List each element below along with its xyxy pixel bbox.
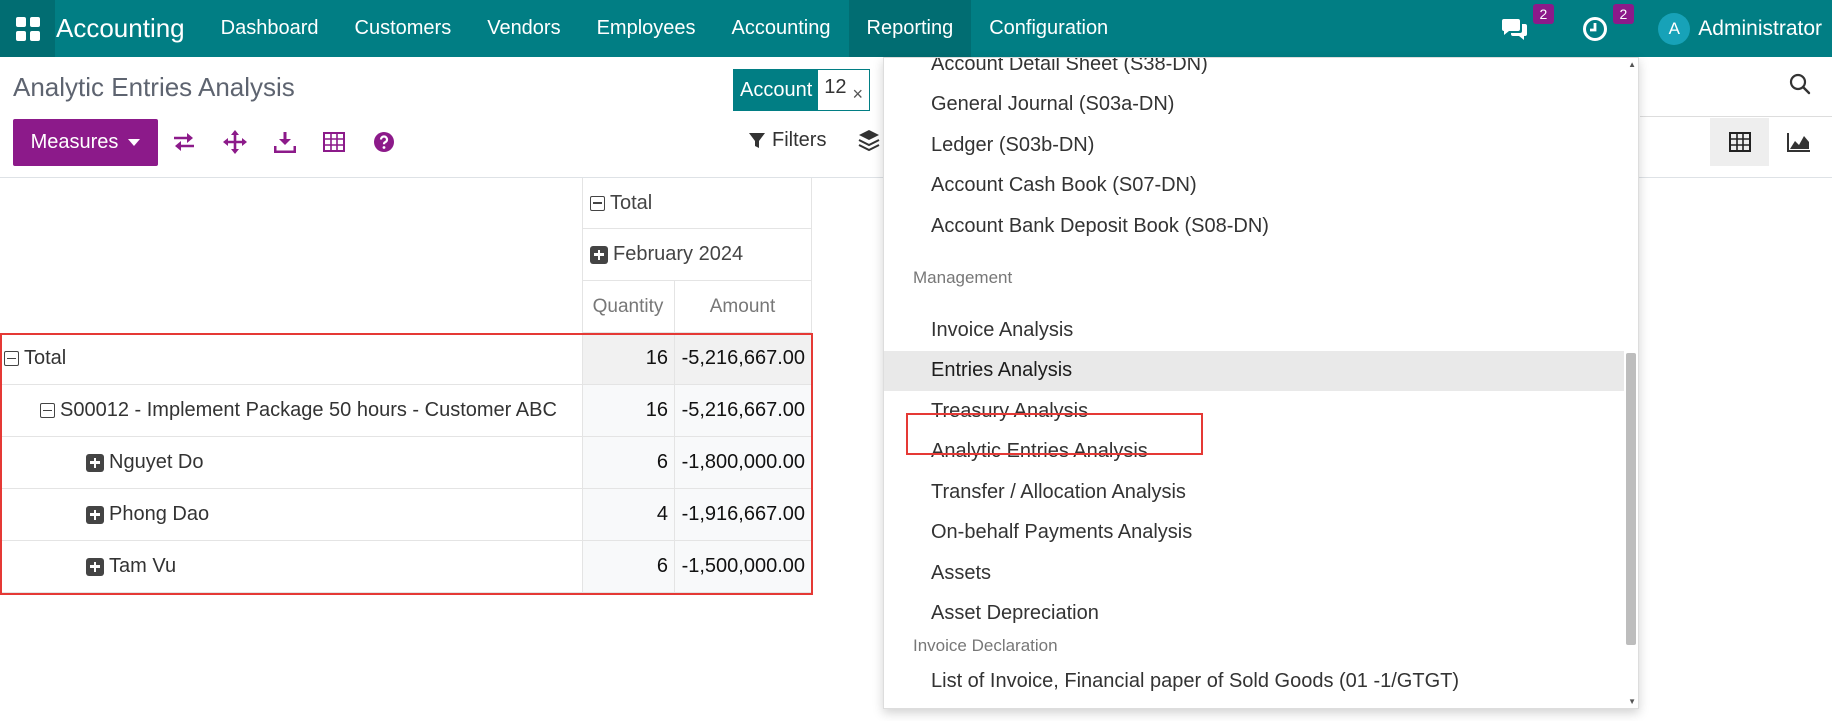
facet-value: 12 bbox=[824, 76, 847, 98]
menu-section-header: Management bbox=[913, 268, 1013, 287]
menu-item[interactable]: Account Detail Sheet (S38-DN) bbox=[884, 58, 1624, 84]
dropdown-scrollbar[interactable] bbox=[1626, 68, 1636, 700]
table-button[interactable] bbox=[321, 129, 347, 155]
avatar[interactable]: A bbox=[1658, 12, 1691, 45]
filters-dropdown-toggle[interactable]: Filters bbox=[748, 129, 826, 152]
filter-icon bbox=[749, 132, 765, 148]
table-icon bbox=[323, 132, 345, 152]
top-navbar: Accounting Dashboard Customers Vendors E… bbox=[0, 0, 1832, 57]
menu-item[interactable]: Account Bank Deposit Book (S08-DN) bbox=[884, 206, 1624, 246]
expand-icon bbox=[590, 245, 608, 264]
menu-item[interactable]: On-behalf Payments Analysis bbox=[884, 513, 1624, 553]
graph-view-button[interactable] bbox=[1769, 118, 1828, 166]
menu-item[interactable]: Account Cash Book (S07-DN) bbox=[884, 166, 1624, 206]
download-button[interactable] bbox=[272, 129, 298, 155]
menu-configuration[interactable]: Configuration bbox=[971, 0, 1126, 57]
pivot-view-icon bbox=[1728, 132, 1751, 152]
search-button[interactable] bbox=[1788, 72, 1812, 101]
col-header-total[interactable]: Total bbox=[582, 178, 811, 229]
help-button[interactable] bbox=[371, 129, 397, 155]
activities-count-badge: 2 bbox=[1612, 3, 1635, 24]
app-brand[interactable]: Accounting bbox=[56, 13, 185, 44]
user-menu[interactable]: Administrator bbox=[1698, 17, 1822, 41]
scroll-down-icon[interactable]: ▼ bbox=[1628, 697, 1636, 706]
search-facet[interactable]: Account 12 × bbox=[733, 69, 871, 111]
menu-item[interactable]: General Journal (S03a-DN) bbox=[884, 85, 1624, 125]
view-switcher bbox=[1710, 118, 1828, 166]
measure-header-quantity[interactable]: Quantity bbox=[582, 281, 674, 333]
menu-item[interactable]: Asset Depreciation bbox=[884, 594, 1624, 634]
search-icon bbox=[1789, 73, 1811, 95]
reporting-dropdown-menu: Account Detail Sheet (S38-DN) General Jou… bbox=[883, 57, 1639, 709]
messages-button[interactable]: 2 bbox=[1498, 3, 1555, 46]
menu-dashboard[interactable]: Dashboard bbox=[203, 0, 337, 57]
facet-value-wrap: 12 × bbox=[818, 70, 870, 110]
menu-item[interactable]: Assets bbox=[884, 553, 1624, 593]
chat-icon bbox=[1502, 18, 1528, 40]
scrollbar-thumb[interactable] bbox=[1626, 353, 1636, 645]
pivot-view-button[interactable] bbox=[1710, 118, 1769, 166]
search-input-underline bbox=[1640, 116, 1832, 117]
flip-axis-button[interactable] bbox=[171, 129, 197, 155]
activities-button[interactable]: 2 bbox=[1578, 3, 1635, 46]
apps-grid-icon bbox=[15, 16, 40, 41]
graph-view-icon bbox=[1786, 133, 1810, 152]
menu-accounting[interactable]: Accounting bbox=[714, 0, 849, 57]
help-icon bbox=[374, 132, 394, 152]
clock-icon bbox=[1583, 16, 1608, 41]
menu-reporting[interactable]: Reporting bbox=[848, 0, 972, 57]
menu-item[interactable]: List of Invoice, Financial paper of Sold… bbox=[884, 661, 1624, 701]
scroll-up-icon[interactable]: ▲ bbox=[1628, 60, 1636, 69]
menu-vendors[interactable]: Vendors bbox=[469, 0, 578, 57]
expand-all-button[interactable] bbox=[222, 129, 248, 155]
menu-item[interactable]: Invoice Analysis bbox=[884, 310, 1624, 350]
facet-label: Account bbox=[734, 70, 819, 110]
measures-label: Measures bbox=[30, 131, 119, 153]
menu-item[interactable]: Entries Analysis bbox=[884, 350, 1624, 391]
highlight-box-menu-item bbox=[906, 413, 1203, 455]
messages-count-badge: 2 bbox=[1532, 3, 1555, 24]
page-title: Analytic Entries Analysis bbox=[13, 72, 295, 102]
expand-all-icon bbox=[223, 130, 247, 154]
col-header-period-label: February 2024 bbox=[613, 243, 744, 265]
menu-item[interactable]: Ledger (S03b-DN) bbox=[884, 125, 1624, 165]
highlight-box-rows bbox=[0, 333, 813, 595]
col-separator bbox=[811, 178, 812, 333]
facet-remove-icon[interactable]: × bbox=[853, 76, 864, 105]
menu-item[interactable]: Transfer / Allocation Analysis bbox=[884, 472, 1624, 512]
flip-axis-icon bbox=[174, 133, 194, 151]
measure-header-amount[interactable]: Amount bbox=[674, 281, 811, 333]
col-header-period[interactable]: February 2024 bbox=[582, 229, 811, 281]
chevron-down-icon bbox=[128, 139, 141, 146]
download-icon bbox=[274, 132, 296, 153]
group-by-toggle[interactable] bbox=[857, 128, 881, 157]
col-header-total-label: Total bbox=[610, 191, 653, 214]
layers-icon bbox=[858, 130, 880, 152]
menu-section-header: Invoice Declaration bbox=[913, 636, 1058, 655]
apps-menu-button[interactable] bbox=[0, 0, 55, 57]
collapse-icon bbox=[590, 195, 605, 211]
menu-customers[interactable]: Customers bbox=[337, 0, 470, 57]
filters-label: Filters bbox=[772, 129, 827, 151]
menu-employees[interactable]: Employees bbox=[579, 0, 714, 57]
measures-button[interactable]: Measures bbox=[13, 119, 158, 166]
